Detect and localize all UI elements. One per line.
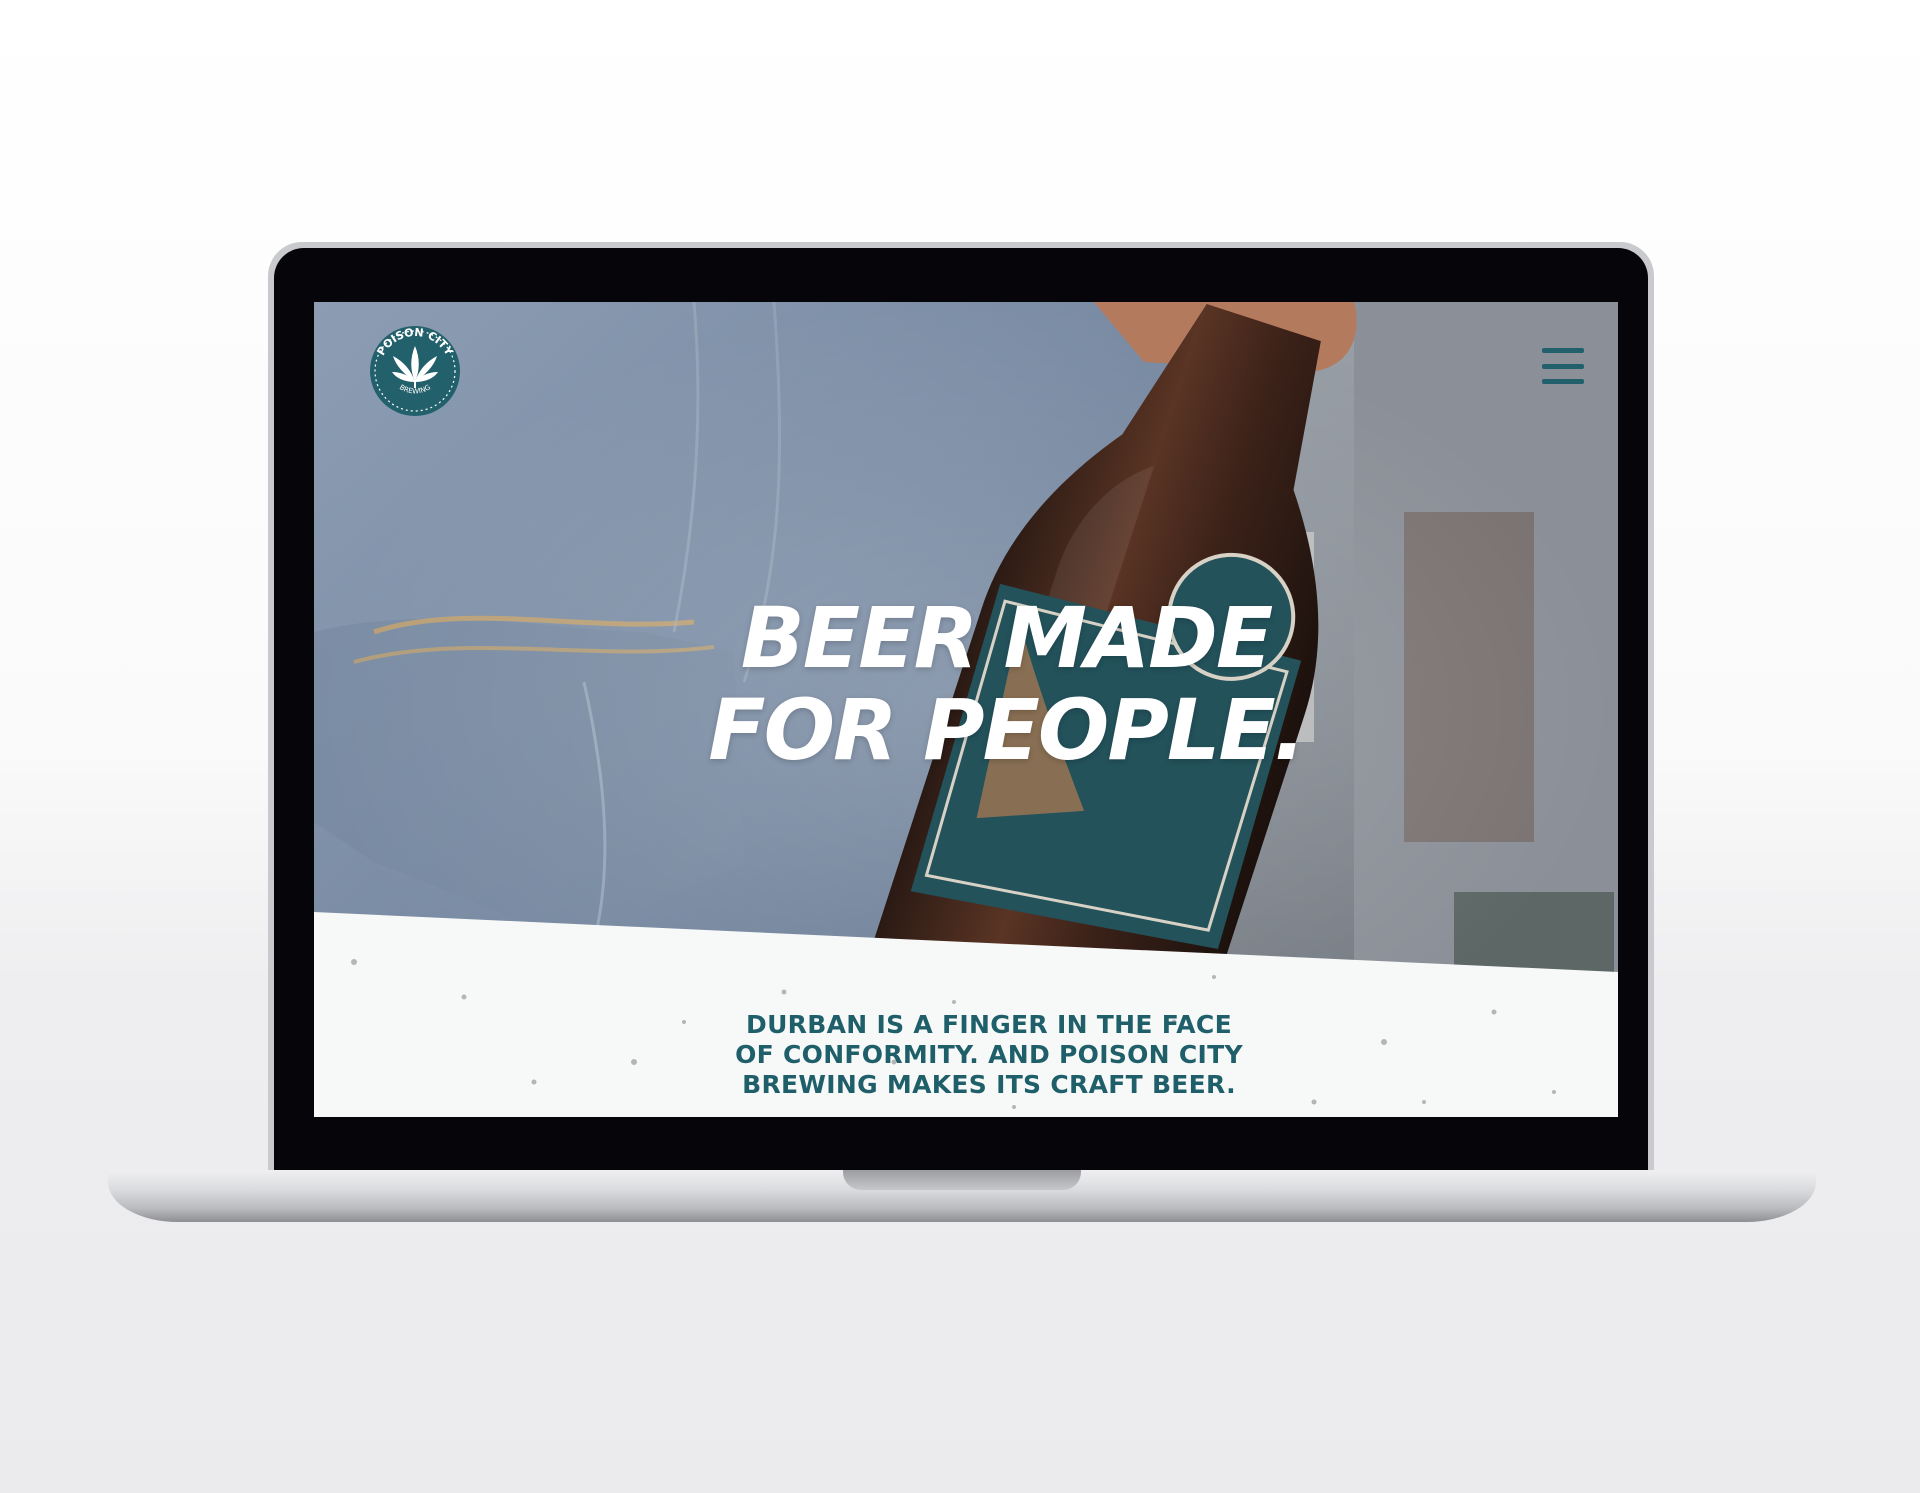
- laptop-base: [108, 1170, 1816, 1222]
- hamburger-menu-icon[interactable]: [1542, 348, 1584, 384]
- brand-logo[interactable]: POISON CITY BREWING: [360, 316, 470, 426]
- headline-line-1: BEER MADE: [740, 589, 1273, 687]
- screen-bezel: POISON CITY BREWING BEER MADE FOR PEOPLE…: [274, 248, 1648, 1174]
- laptop-notch: [843, 1170, 1081, 1190]
- headline-line-2: FOR PEOPLE.: [708, 681, 1305, 779]
- intro-text: DURBAN IS A FINGER IN THE FACE OF CONFOR…: [694, 1010, 1284, 1100]
- intro-line-3: BREWING MAKES ITS CRAFT BEER.: [742, 1070, 1236, 1099]
- menu-bar-middle: [1542, 363, 1584, 369]
- browser-viewport: POISON CITY BREWING BEER MADE FOR PEOPLE…: [314, 302, 1618, 1117]
- laptop-lid: POISON CITY BREWING BEER MADE FOR PEOPLE…: [268, 242, 1654, 1174]
- hero-headline: BEER MADE FOR PEOPLE.: [596, 592, 1416, 776]
- hero-section: POISON CITY BREWING BEER MADE FOR PEOPLE…: [314, 302, 1618, 1117]
- menu-bar-bottom: [1542, 379, 1584, 384]
- intro-line-1: DURBAN IS A FINGER IN THE FACE: [746, 1010, 1232, 1039]
- menu-bar-top: [1542, 348, 1584, 353]
- intro-line-2: OF CONFORMITY. AND POISON CITY: [735, 1040, 1243, 1069]
- cannabis-leaf-icon: POISON CITY BREWING: [370, 326, 460, 416]
